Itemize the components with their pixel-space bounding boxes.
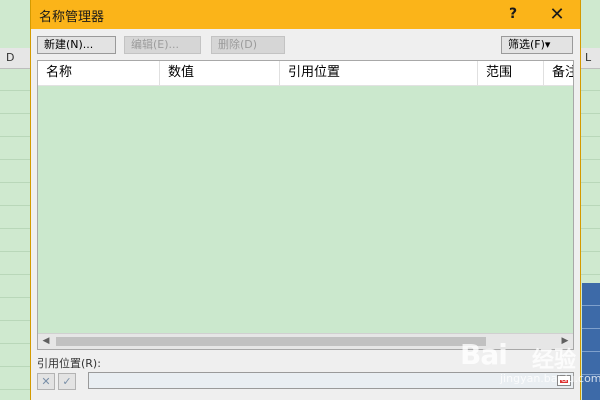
column-header-scope[interactable]: 范围 xyxy=(478,61,544,85)
scroll-thumb[interactable] xyxy=(56,337,486,346)
names-list[interactable]: 名称 数值 引用位置 范围 备注 ◀ ▶ xyxy=(37,60,574,350)
cancel-x-icon[interactable]: ✕ xyxy=(37,373,55,390)
column-header-comment[interactable]: 备注 xyxy=(544,61,573,85)
column-header-left[interactable]: D xyxy=(0,48,30,69)
refers-to-label: 引用位置(R): xyxy=(37,357,101,370)
watermark-brand: Bai xyxy=(460,338,508,371)
column-header-value[interactable]: 数值 xyxy=(160,61,280,85)
watermark: Bai 经验 jingyan.baidu.com xyxy=(460,338,600,390)
close-button[interactable]: ✕ xyxy=(537,0,577,29)
watermark-cn: 经验 xyxy=(532,348,577,373)
new-button[interactable]: 新建(N)... xyxy=(37,36,116,54)
scroll-left-arrow-icon[interactable]: ◀ xyxy=(38,334,54,349)
watermark-url: jingyan.baidu.com xyxy=(500,372,600,385)
column-header-refers-to[interactable]: 引用位置 xyxy=(280,61,478,85)
dialog-title-bar[interactable]: 名称管理器 ? ✕ xyxy=(31,0,580,29)
edit-button[interactable]: 编辑(E)... xyxy=(124,36,201,54)
column-letter-left: D xyxy=(6,51,15,64)
filter-button[interactable]: 筛选(F)▾ xyxy=(501,36,573,54)
delete-button[interactable]: 删除(D) xyxy=(211,36,285,54)
column-header-name[interactable]: 名称 xyxy=(38,61,160,85)
list-header: 名称 数值 引用位置 范围 备注 xyxy=(38,61,573,86)
column-header-right[interactable]: L xyxy=(581,48,600,69)
help-button[interactable]: ? xyxy=(493,0,533,29)
column-letter-right: L xyxy=(585,51,592,64)
dialog-title: 名称管理器 xyxy=(39,10,105,25)
confirm-check-icon[interactable]: ✓ xyxy=(58,373,76,390)
